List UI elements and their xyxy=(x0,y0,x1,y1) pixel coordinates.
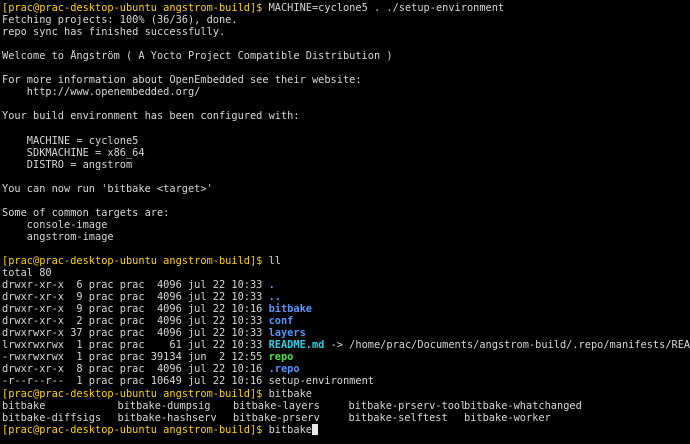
listing-row: drwxrwxr-x 37 prac prac 4096 jul 22 10:3… xyxy=(2,327,690,339)
output-line: Some of common targets are: xyxy=(2,206,170,219)
command-text: ll xyxy=(268,254,281,267)
listing-row: drwxr-xr-x 9 prac prac 4096 jul 22 10:33… xyxy=(2,291,690,303)
completion-item: bitbake-diffsigs xyxy=(2,411,102,424)
completion-item: bitbake-layers xyxy=(233,399,320,412)
completion-item: bitbake-dumpsig xyxy=(117,399,211,412)
completion-item: bitbake-whatchanged xyxy=(464,399,582,412)
file-meta: drwxr-xr-x 9 prac prac 4096 jul 22 10:16 xyxy=(2,303,269,316)
prompt: [prac@prac-desktop-ubuntu angstrom-build… xyxy=(2,423,263,436)
output-line: For more information about OpenEmbedded … xyxy=(2,74,362,87)
listing-row: drwxr-xr-x 6 prac prac 4096 jul 22 10:33… xyxy=(2,279,690,291)
command-line: [prac@prac-desktop-ubuntu angstrom-build… xyxy=(2,2,690,14)
listing-total: total 80 xyxy=(2,267,52,280)
command-line: [prac@prac-desktop-ubuntu angstrom-build… xyxy=(2,255,690,267)
directory-listing: drwxr-xr-x 6 prac prac 4096 jul 22 10:33… xyxy=(2,279,690,387)
output-line: Fetching projects: 100% (36/36), done. xyxy=(2,14,238,27)
output-line: DISTRO = angstrom xyxy=(2,158,133,171)
output-line: http://www.openembedded.org/ xyxy=(2,86,201,99)
command-input[interactable]: bitbake xyxy=(269,424,312,436)
completion-item: bitbake-prserv xyxy=(233,411,320,424)
output-line: You can now run 'bitbake <target>' xyxy=(2,182,213,195)
completion-row: bitbake-diffsigs bitbake-hashserv bitbake-… xyxy=(2,412,690,424)
file-meta: lrwxrwxrwx 1 prac prac 61 jul 22 10:33 xyxy=(2,339,269,352)
file-meta: drwxr-xr-x 6 prac prac 4096 jul 22 10:33 xyxy=(2,279,269,292)
listing-row: drwxr-xr-x 8 prac prac 4096 jul 22 10:16… xyxy=(2,363,690,375)
tab-completions: bitbake bitbake-dumpsig bitbake-layers bitb… xyxy=(2,400,690,424)
output-line: angstrom-image xyxy=(2,230,114,243)
command-line: [prac@prac-desktop-ubuntu angstrom-build… xyxy=(2,388,690,400)
output-line: repo sync has finished successfully. xyxy=(2,26,226,39)
file-meta: -rwxrwxrwx 1 prac prac 39134 jun 2 12:55 xyxy=(2,351,269,364)
setup-output: Fetching projects: 100% (36/36), done. r… xyxy=(2,14,690,255)
command-text: bitbake xyxy=(268,387,312,400)
prompt: [prac@prac-desktop-ubuntu angstrom-build… xyxy=(2,2,263,14)
file-name: . xyxy=(268,279,275,292)
file-meta: drwxr-xr-x 8 prac prac 4096 jul 22 10:16 xyxy=(2,363,269,376)
completion-item: bitbake-worker xyxy=(464,411,551,424)
symlink-target: -> /home/prac/Documents/angstrom-build/.… xyxy=(324,339,690,352)
listing-row: -rwxrwxrwx 1 prac prac 39134 jun 2 12:55… xyxy=(2,351,690,363)
completion-item: bitbake-hashserv xyxy=(117,411,217,424)
completion-item: bitbake-prserv-tool xyxy=(348,399,467,412)
output-line: Welcome to Ångström ( A Yocto Project Co… xyxy=(2,50,393,63)
completion-row: bitbake bitbake-dumpsig bitbake-layers bitb… xyxy=(2,400,690,412)
file-name: setup-environment xyxy=(268,375,374,388)
command-text: MACHINE=cyclone5 . ./setup-environment xyxy=(268,2,505,14)
listing-row: -r--r--r-- 1 prac prac 10649 jul 22 10:1… xyxy=(2,375,690,387)
output-line: console-image xyxy=(2,218,108,231)
text-cursor xyxy=(311,423,318,435)
listing-row: drwxr-xr-x 9 prac prac 4096 jul 22 10:16… xyxy=(2,303,690,315)
file-name: .. xyxy=(268,291,281,304)
listing-row: drwxr-xr-x 2 prac prac 4096 jul 22 10:33… xyxy=(2,315,690,327)
output-line: SDKMACHINE = x86_64 xyxy=(2,146,145,159)
file-meta: drwxr-xr-x 2 prac prac 4096 jul 22 10:33 xyxy=(2,315,269,328)
file-meta: drwxrwxr-x 37 prac prac 4096 jul 22 10:3… xyxy=(2,327,269,340)
command-line[interactable]: [prac@prac-desktop-ubuntu angstrom-build… xyxy=(2,423,690,436)
file-name: bitbake xyxy=(268,303,312,316)
completion-item: bitbake-selftest xyxy=(348,411,448,424)
file-name: .repo xyxy=(268,363,300,376)
terminal-window[interactable]: [prac@prac-desktop-ubuntu angstrom-build… xyxy=(0,0,690,444)
completion-item: bitbake xyxy=(2,399,46,412)
prompt: [prac@prac-desktop-ubuntu angstrom-build… xyxy=(2,387,263,400)
file-meta: -r--r--r-- 1 prac prac 10649 jul 22 10:1… xyxy=(2,375,269,388)
file-name: layers xyxy=(268,327,306,340)
file-name: repo xyxy=(268,351,294,364)
output-line: Your build environment has been configur… xyxy=(2,110,300,123)
file-name: README.md xyxy=(268,339,325,352)
file-name: conf xyxy=(268,315,294,328)
output-line: MACHINE = cyclone5 xyxy=(2,134,139,147)
listing-row: lrwxrwxrwx 1 prac prac 61 jul 22 10:33 R… xyxy=(2,339,690,351)
file-meta: drwxr-xr-x 9 prac prac 4096 jul 22 10:33 xyxy=(2,291,269,304)
prompt: [prac@prac-desktop-ubuntu angstrom-build… xyxy=(2,254,263,267)
